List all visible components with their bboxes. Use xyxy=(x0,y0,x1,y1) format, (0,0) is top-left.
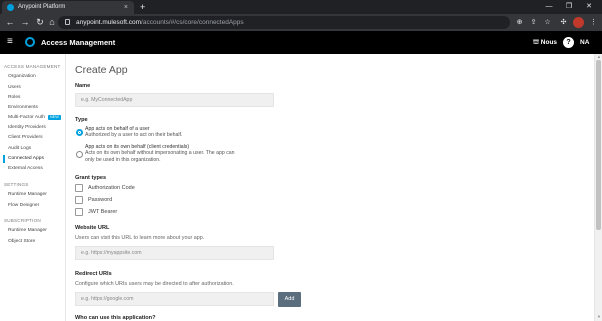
create-app-form: Create App Name e.g. MyConnectedApp Type… xyxy=(67,54,592,321)
tab-close-icon[interactable]: × xyxy=(124,1,128,14)
add-redirect-uri-button[interactable]: Add xyxy=(278,292,301,307)
url-host: anypoint.mulesoft.com xyxy=(76,19,142,26)
scrollbar-thumb[interactable] xyxy=(596,60,601,230)
access-management-logo-icon xyxy=(25,37,35,47)
redirect-uri-input[interactable]: e.g. https://google.com xyxy=(75,292,274,306)
lock-icon xyxy=(65,19,70,25)
active-indicator xyxy=(3,155,5,163)
new-tab-icon[interactable]: + xyxy=(140,0,145,14)
org-switcher[interactable]: ⛫ Nous xyxy=(533,31,557,54)
sidebar: ACCESS MANAGEMENT Organization Users Rol… xyxy=(0,54,66,321)
type-label: Type xyxy=(75,117,88,123)
type-user-option[interactable]: App acts on behalf of a user Authorized … xyxy=(85,126,182,139)
type-client-credentials-option[interactable]: App acts on its own behalf (client crede… xyxy=(85,144,235,163)
scroll-down-icon[interactable]: ▼ xyxy=(596,314,602,319)
help-icon[interactable]: ? xyxy=(563,37,574,48)
sidebar-item-mfa[interactable]: Multi-Factor Auth NEW xyxy=(8,115,61,120)
app-header: ≡ Access Management ⛫ Nous ? NA xyxy=(0,31,602,54)
page-title: Create App xyxy=(75,64,128,76)
forward-icon[interactable]: → xyxy=(19,16,31,28)
sidebar-item-label: Multi-Factor Auth xyxy=(8,115,45,120)
tab-title: Anypoint Platform xyxy=(18,4,66,10)
website-url-help: Users can visit this URL to learn more a… xyxy=(75,235,205,241)
address-bar[interactable]: anypoint.mulesoft.com/accounts/#/cs/core… xyxy=(58,16,510,29)
new-badge: NEW xyxy=(47,115,61,120)
website-url-input[interactable]: e.g. https://myappsite.com xyxy=(75,246,274,260)
sidebar-item-client-providers[interactable]: Client Providers xyxy=(8,135,43,140)
anypoint-favicon-icon xyxy=(7,4,14,11)
home-icon[interactable]: ⌂ xyxy=(46,16,58,28)
redirect-uris-label: Redirect URIs xyxy=(75,271,112,277)
grant-authorization-code-checkbox[interactable] xyxy=(75,184,83,192)
bookmark-star-icon[interactable]: ☆ xyxy=(542,17,553,28)
grant-password-checkbox[interactable] xyxy=(75,196,83,204)
sidebar-item-audit-logs[interactable]: Audit Logs xyxy=(8,146,31,151)
grant-password-label: Password xyxy=(88,197,113,203)
sidebar-item-runtime-manager-subscription[interactable]: Runtime Manager xyxy=(8,228,47,233)
browser-tab-strip: Anypoint Platform × + — ❐ ✕ xyxy=(0,0,602,14)
name-label: Name xyxy=(75,83,91,89)
sidebar-section-access-management: ACCESS MANAGEMENT xyxy=(4,64,61,69)
sidebar-section-subscription: SUBSCRIPTION xyxy=(4,218,41,223)
hamburger-menu-icon[interactable]: ≡ xyxy=(7,37,13,47)
reload-icon[interactable]: ↻ xyxy=(34,16,46,28)
user-avatar[interactable]: NA xyxy=(580,31,589,54)
name-input[interactable]: e.g. MyConnectedApp xyxy=(75,93,274,107)
browser-toolbar: ← → ↻ ⌂ anypoint.mulesoft.com/accounts/#… xyxy=(0,14,602,31)
extensions-icon[interactable]: ✣ xyxy=(558,17,569,28)
sidebar-item-identity-providers[interactable]: Identity Providers xyxy=(8,125,46,130)
url-path: /accounts/#/cs/core/connectedApps xyxy=(141,19,244,26)
profile-avatar-icon[interactable] xyxy=(573,17,584,28)
sidebar-item-external-access[interactable]: External Access xyxy=(8,166,43,171)
sidebar-item-roles[interactable]: Roles xyxy=(8,95,21,100)
zoom-icon[interactable]: ⊕ xyxy=(514,17,525,28)
sidebar-item-flow-designer[interactable]: Flow Designer xyxy=(8,203,39,208)
sidebar-section-settings: SETTINGS xyxy=(4,182,29,187)
maximize-icon[interactable]: ❐ xyxy=(560,0,578,14)
app-title: Access Management xyxy=(41,38,116,47)
share-icon[interactable]: ⇪ xyxy=(528,17,539,28)
type-user-radio[interactable] xyxy=(76,129,83,136)
browser-tab[interactable]: Anypoint Platform × xyxy=(2,1,134,14)
sidebar-item-users[interactable]: Users xyxy=(8,85,21,90)
sidebar-item-environments[interactable]: Environments xyxy=(8,105,38,110)
sidebar-item-object-store[interactable]: Object Store xyxy=(8,239,35,244)
minimize-icon[interactable]: — xyxy=(540,0,558,14)
sidebar-item-organization[interactable]: Organization xyxy=(8,74,36,79)
website-url-label: Website URL xyxy=(75,225,110,231)
sidebar-item-connected-apps[interactable]: Connected Apps xyxy=(8,156,44,161)
window-close-icon[interactable]: ✕ xyxy=(580,0,598,14)
who-can-use-label: Who can use this application? xyxy=(75,315,156,321)
redirect-uris-help: Configure which URIs users may be direct… xyxy=(75,281,234,287)
grant-jwt-bearer-label: JWT Bearer xyxy=(88,209,118,215)
browser-menu-icon[interactable]: ⋮ xyxy=(588,17,599,28)
sidebar-item-runtime-manager-settings[interactable]: Runtime Manager xyxy=(8,192,47,197)
grant-jwt-bearer-checkbox[interactable] xyxy=(75,208,83,216)
back-icon[interactable]: ← xyxy=(4,16,16,28)
type-client-desc-2: only be used in this organization. xyxy=(85,156,161,163)
type-client-credentials-radio[interactable] xyxy=(76,151,83,158)
org-name: Nous xyxy=(540,39,558,46)
grant-authorization-code-label: Authorization Code xyxy=(88,185,135,191)
page-scrollbar[interactable]: ▲ ▼ xyxy=(594,54,602,321)
grant-types-label: Grant types xyxy=(75,175,107,181)
type-client-desc-1: Acts on its own behalf without impersona… xyxy=(85,150,235,157)
scroll-up-icon[interactable]: ▲ xyxy=(596,54,602,59)
type-user-desc: Authorized by a user to act on their beh… xyxy=(85,132,183,139)
